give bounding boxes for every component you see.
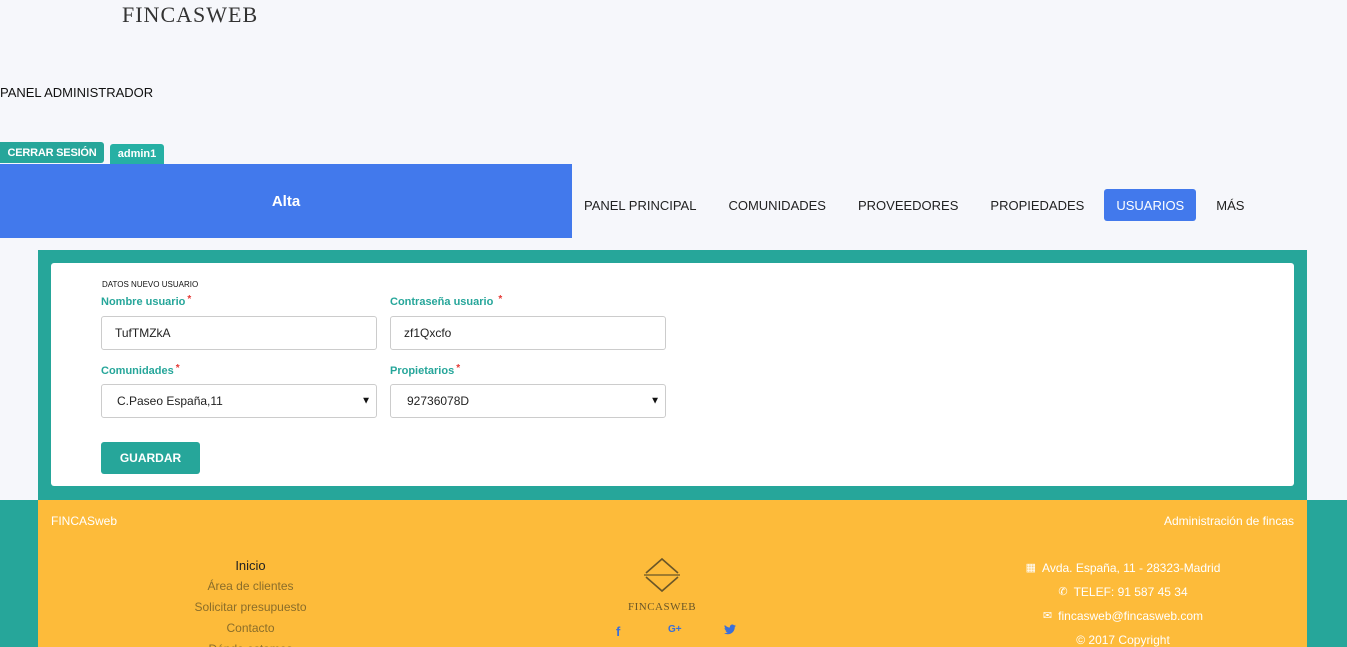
facebook-icon[interactable]: f [616,624,620,639]
section-title-bar: Alta [0,164,572,238]
footer: FINCASweb Administración de fincas Inici… [38,500,1307,647]
footer-brand: FINCASweb [51,514,118,528]
twitter-icon[interactable] [724,624,736,638]
footer-tagline: Administración de fincas [1163,514,1294,528]
username-input[interactable]: TufTMZkA [101,316,377,350]
nav-item-usuarios[interactable]: USUARIOS [1104,189,1197,221]
chevron-down-icon: ▼ [361,395,371,407]
footer-link-presupuesto[interactable]: Solicitar presupuesto [188,597,313,618]
owners-label-text: Propietarios [390,365,455,377]
footer-link-inicio[interactable]: Inicio [188,555,313,576]
panel-title: PANEL ADMINISTRADOR [0,85,154,100]
username-label: Nombre usuario * [101,294,192,308]
chevron-down-icon: ▼ [650,395,660,407]
footer-contact: ▦ Avda. España, 11 - 28323-Madrid ✆ TELEF:… [958,556,1288,647]
username-label-text: Nombre usuario [101,296,186,308]
google-plus-icon[interactable]: G+ [668,624,682,635]
copyright-line: © 2017 Copyright [958,628,1288,647]
nav-item-comunidades[interactable]: COMUNIDADES [716,189,838,221]
site-logo[interactable]: FINCASWEB [122,2,258,28]
phone-line: ✆ TELEF: 91 587 45 34 [958,580,1288,604]
footer-logo-text: FINCASWEB [627,601,697,613]
password-value: zf1Qxcfo [404,326,452,340]
email-line[interactable]: ✉ fincasweb@fincasweb.com [958,604,1288,628]
required-mark: * [456,363,461,374]
footer-logo[interactable]: FINCASWEB [625,556,699,613]
password-label: Contraseña usuario * [390,294,503,308]
owners-value: 92736078D [407,394,470,408]
communities-value: C.Paseo España,11 [117,394,223,408]
form-heading: DATOS NUEVO USUARIO [102,280,199,289]
nav-item-proveedores[interactable]: PROVEEDORES [846,189,970,221]
email-text[interactable]: fincasweb@fincasweb.com [1058,604,1203,628]
house-logo-icon [644,557,680,593]
building-icon: ▦ [1025,562,1037,574]
address-line: ▦ Avda. España, 11 - 28323-Madrid [958,556,1288,580]
owners-select[interactable]: 92736078D ▼ [390,384,666,418]
communities-label-text: Comunidades [101,365,174,377]
footer-link-contacto[interactable]: Contacto [188,618,313,639]
footer-side-left [0,500,38,647]
nav-item-propiedades[interactable]: PROPIEDADES [978,189,1096,221]
communities-label: Comunidades * [101,363,180,377]
copyright-text: © 2017 Copyright [1076,633,1170,647]
main-nav: PANEL PRINCIPAL COMUNIDADES PROVEEDORES … [572,189,1264,221]
nav-item-mas[interactable]: MÁS [1204,189,1256,221]
required-mark: * [175,363,180,374]
phone-text: TELEF: 91 587 45 34 [1073,585,1188,599]
logout-button[interactable]: CERRAR SESIÓN [0,142,104,163]
address-text: Avda. España, 11 - 28323-Madrid [1042,561,1221,575]
password-label-text: Contraseña usuario [390,296,494,308]
owners-label: Propietarios * [390,363,461,377]
password-input[interactable]: zf1Qxcfo [390,316,666,350]
user-badge[interactable]: admin1 [110,144,164,164]
username-value: TufTMZkA [115,326,171,340]
footer-links: Inicio Área de clientes Solicitar presup… [188,555,313,647]
required-mark: * [187,294,192,305]
required-mark: * [498,294,503,305]
save-button[interactable]: GUARDAR [101,442,200,474]
nav-item-panel-principal[interactable]: PANEL PRINCIPAL [572,189,708,221]
phone-icon: ✆ [1058,586,1068,598]
communities-select[interactable]: C.Paseo España,11 ▼ [101,384,377,418]
footer-side-right [1307,500,1347,647]
footer-link-area-clientes[interactable]: Área de clientes [188,576,313,597]
section-title: Alta [271,192,301,210]
twitter-bird-icon [724,624,736,635]
envelope-icon: ✉ [1042,610,1053,622]
footer-link-donde-estamos[interactable]: Dónde estamos [188,639,313,647]
form-card [51,263,1294,486]
